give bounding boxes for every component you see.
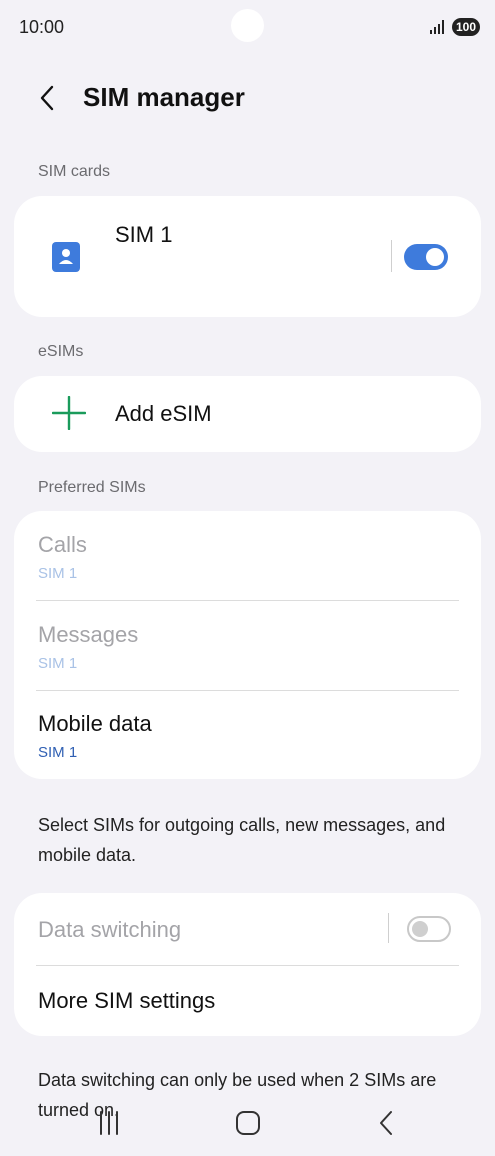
divider [391, 240, 392, 272]
preferred-sims-card: Calls SIM 1 Messages SIM 1 Mobile data S… [14, 511, 481, 779]
mobile-data-title: Mobile data [38, 711, 152, 736]
status-bar: 10:00 100 [0, 0, 495, 56]
app-header: SIM manager [0, 70, 495, 130]
divider [36, 600, 459, 601]
page-title: SIM manager [83, 82, 245, 112]
sim-name: SIM 1 [115, 222, 173, 247]
messages-title: Messages [38, 622, 139, 647]
more-sim-settings[interactable]: More SIM settings [38, 988, 215, 1014]
camera-cutout [231, 9, 264, 42]
navigation-bar [0, 1100, 495, 1156]
nav-back-icon[interactable] [370, 1106, 404, 1140]
calls-title: Calls [38, 532, 87, 557]
sim-settings-card: Data switching More SIM settings [14, 893, 481, 1036]
add-esim-button[interactable]: Add eSIM [14, 376, 481, 452]
sim-toggle[interactable] [404, 244, 448, 270]
divider [388, 913, 389, 943]
status-time: 10:00 [19, 17, 65, 37]
sim-card-row[interactable]: SIM 1 [14, 196, 481, 317]
plus-icon [52, 396, 86, 430]
signal-icon [430, 20, 444, 34]
back-icon[interactable] [34, 84, 62, 112]
divider [36, 690, 459, 691]
data-switching-toggle[interactable] [407, 916, 451, 942]
home-icon[interactable] [231, 1106, 265, 1140]
section-label-sim-cards: SIM cards [38, 163, 111, 180]
mobile-data-value: SIM 1 [38, 744, 78, 761]
section-label-esims: eSIMs [38, 343, 84, 360]
divider [36, 965, 459, 966]
sim-card-icon [52, 242, 80, 272]
calls-value: SIM 1 [38, 565, 78, 582]
section-label-preferred: Preferred SIMs [38, 479, 146, 496]
add-esim-label: Add eSIM [115, 401, 212, 426]
recents-icon[interactable] [92, 1106, 126, 1140]
battery-icon: 100 [452, 18, 480, 36]
data-switching-label: Data switching [38, 917, 182, 942]
messages-value: SIM 1 [38, 655, 78, 672]
preferred-description: Select SIMs for outgoing calls, new mess… [38, 815, 446, 865]
